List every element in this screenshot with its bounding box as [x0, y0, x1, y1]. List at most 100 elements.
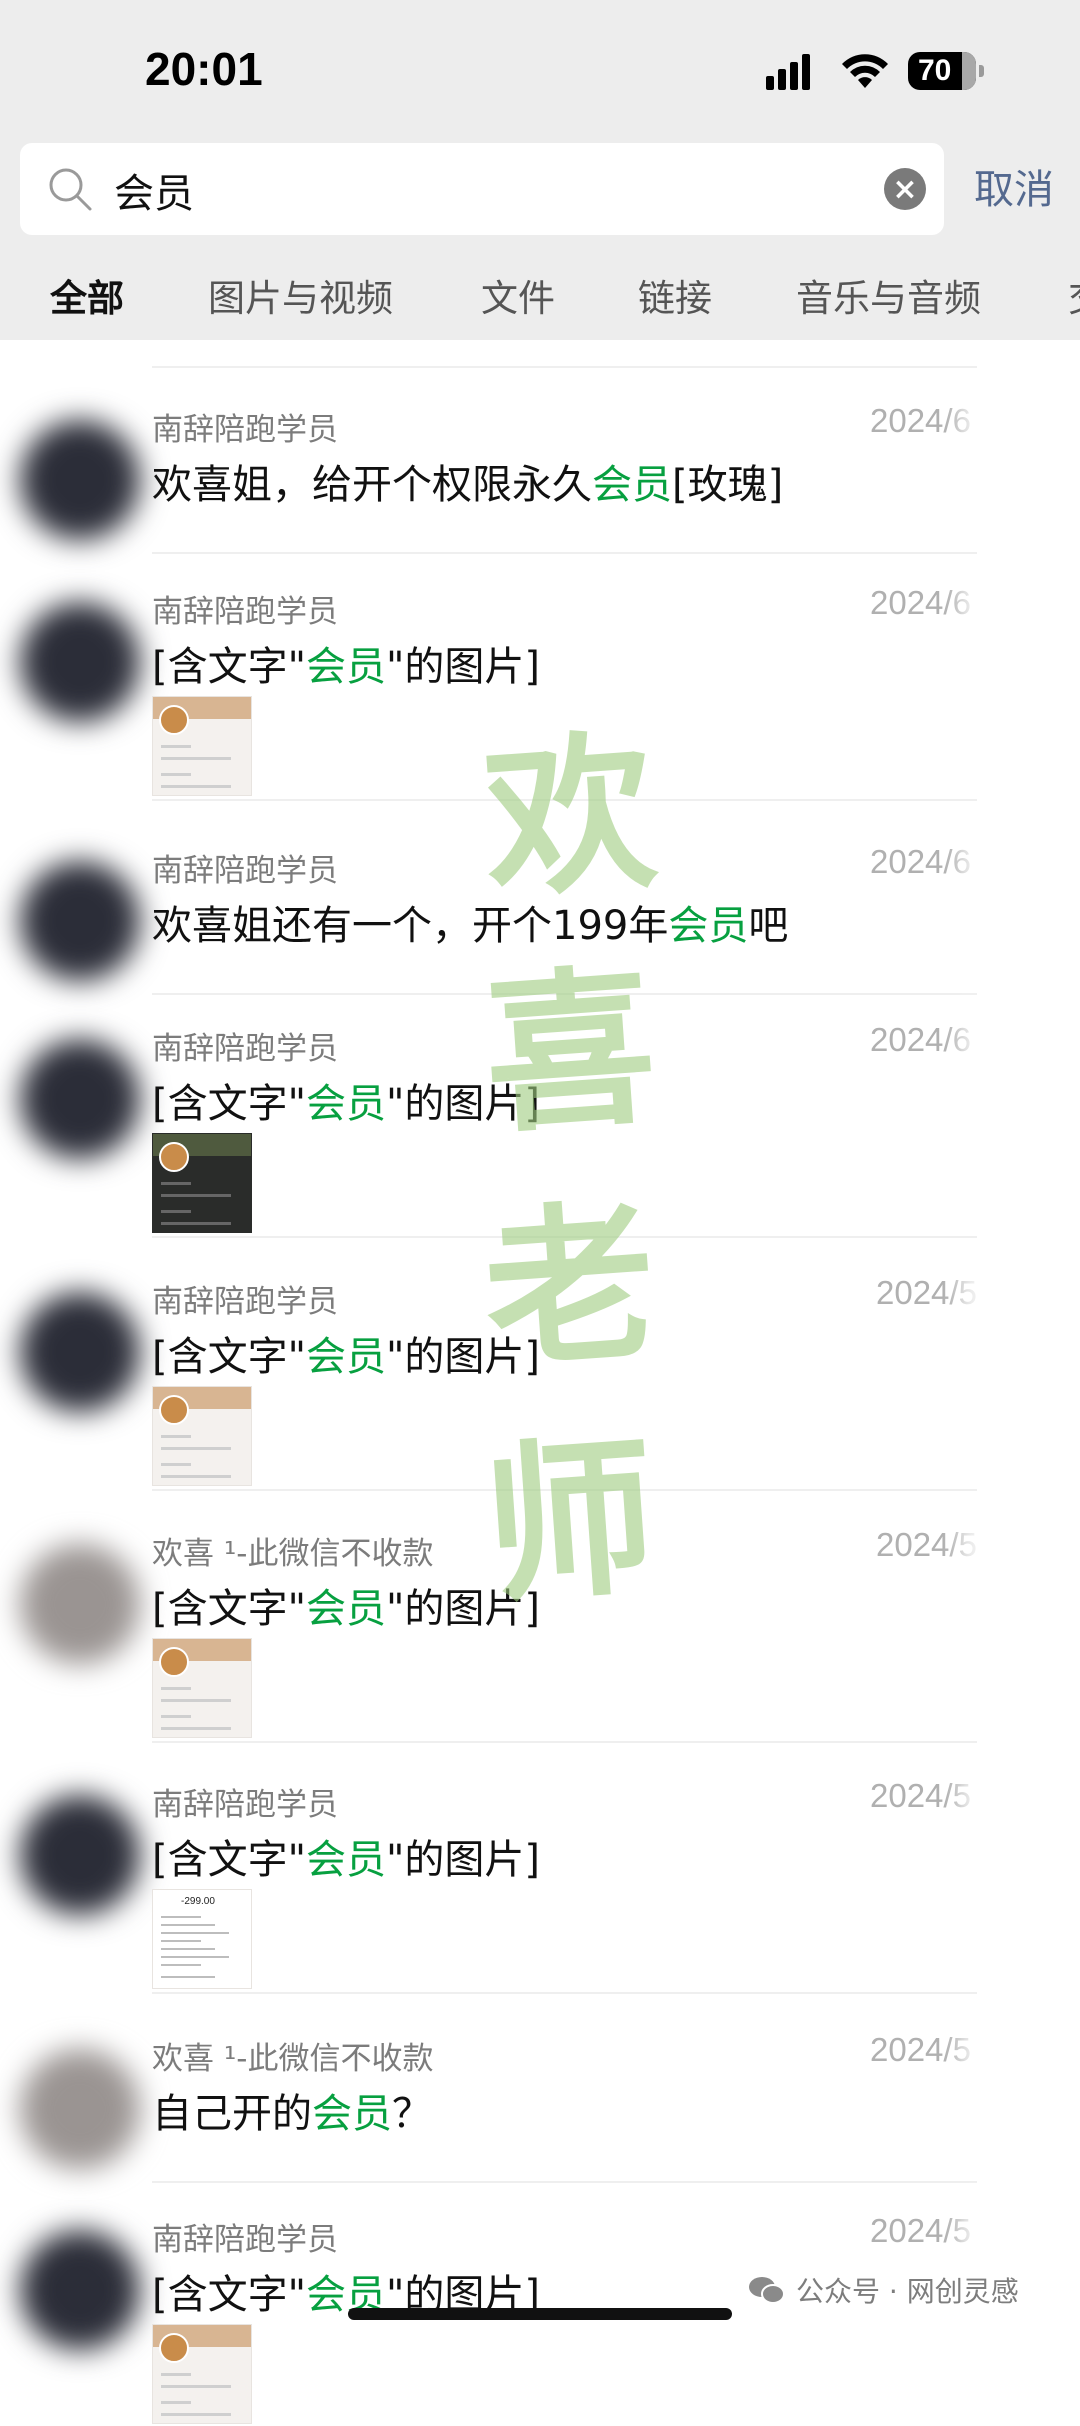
- search-result-item[interactable]: 南辞陪跑学员 2024/6 欢喜姐，给开个权限永久会员[玫瑰]: [0, 366, 1080, 551]
- snippet-text: [含文字": [152, 1081, 307, 1127]
- image-thumbnail[interactable]: -299.00: [152, 1889, 252, 1989]
- avatar[interactable]: [20, 1292, 140, 1412]
- avatar[interactable]: [20, 2230, 140, 2350]
- image-thumbnail[interactable]: [152, 1386, 252, 1486]
- clear-search-icon[interactable]: ×: [884, 168, 926, 210]
- search-result-item[interactable]: 欢喜 ¹-此微信不收款 2024/5 [含文字"会员"的图片]: [0, 1490, 1080, 1740]
- message-snippet: 欢喜姐还有一个，开个199年会员吧: [152, 893, 788, 951]
- snippet-text: 欢喜姐，给开个权限永久: [152, 462, 592, 508]
- message-date: 2024/6: [870, 843, 971, 880]
- snippet-text: [含文字": [152, 1837, 307, 1883]
- tab-images-videos[interactable]: 图片与视频: [208, 268, 393, 322]
- sender-name: 南辞陪跑学员: [152, 2222, 338, 2258]
- snippet-text: [含文字": [152, 1586, 307, 1632]
- keyword-highlight: 会员: [306, 1586, 387, 1632]
- sender-name: 南辞陪跑学员: [152, 1787, 338, 1823]
- message-date: 2024/6: [870, 584, 971, 621]
- snippet-text: ？: [392, 2091, 432, 2137]
- snippet-text: "的图片]: [386, 1586, 541, 1632]
- home-indicator: [348, 2308, 732, 2320]
- search-input[interactable]: [112, 157, 876, 223]
- image-thumbnail[interactable]: [152, 1133, 252, 1233]
- image-thumbnail[interactable]: [152, 1638, 252, 1738]
- message-snippet: [含文字"会员"的图片]: [152, 634, 540, 692]
- battery-level: 70: [918, 54, 952, 87]
- snippet-text: 自己开的: [152, 2091, 312, 2137]
- snippet-text: [含文字": [152, 644, 307, 690]
- snippet-text: 吧: [748, 903, 789, 949]
- snippet-text: "的图片]: [386, 1837, 541, 1883]
- tab-music-audio[interactable]: 音乐与音频: [796, 268, 981, 322]
- snippet-text: [玫瑰]: [672, 462, 784, 508]
- blur-mask: [960, 1005, 1080, 1105]
- status-bar: 20:01 70: [0, 0, 1080, 140]
- search-result-item[interactable]: 南辞陪跑学员 2024/6 [含文字"会员"的图片]: [0, 548, 1080, 798]
- top-header: 20:01 70 × 取消 全部 图片与: [0, 0, 1080, 340]
- image-thumbnail[interactable]: [152, 696, 252, 796]
- avatar[interactable]: [20, 602, 140, 722]
- snippet-text: [含文字": [152, 1334, 307, 1380]
- sender-name: 欢喜 ¹-此微信不收款: [152, 1536, 434, 1572]
- blur-mask: [960, 1258, 1080, 1358]
- search-icon: [49, 168, 92, 211]
- search-category-tabs: 全部 图片与视频 文件 链接 音乐与音频 交: [0, 268, 1080, 334]
- snippet-text: [含文字": [152, 2272, 307, 2318]
- sender-name: 欢喜 ¹-此微信不收款: [152, 2041, 434, 2077]
- keyword-highlight: 会员: [306, 644, 387, 690]
- message-snippet: 欢喜姐，给开个权限永久会员[玫瑰]: [152, 452, 783, 510]
- avatar[interactable]: [20, 2049, 140, 2169]
- wifi-icon: [842, 54, 888, 88]
- image-thumbnail[interactable]: [152, 2324, 252, 2424]
- snippet-text: "的图片]: [386, 644, 541, 690]
- tab-all[interactable]: 全部: [50, 268, 124, 322]
- message-snippet: [含文字"会员"的图片]: [152, 1827, 540, 1885]
- keyword-highlight: 会员: [306, 1837, 387, 1883]
- keyword-highlight: 会员: [312, 2091, 392, 2137]
- cancel-button[interactable]: 取消: [974, 157, 1054, 215]
- blur-mask: [960, 1761, 1080, 1861]
- message-date: 2024/6: [870, 402, 971, 439]
- blur-mask: [960, 2015, 1080, 2115]
- status-time: 20:01: [145, 43, 263, 95]
- avatar[interactable]: [20, 1039, 140, 1159]
- blur-mask: [960, 568, 1080, 668]
- receipt-amount: -299.00: [181, 1896, 215, 1907]
- avatar[interactable]: [20, 420, 140, 540]
- message-snippet: 自己开的会员？: [152, 2081, 432, 2139]
- sender-name: 南辞陪跑学员: [152, 1031, 338, 1067]
- search-result-item[interactable]: 南辞陪跑学员 2024/5 [含文字"会员"的图片]: [0, 1238, 1080, 1488]
- wechat-icon: [749, 2277, 785, 2304]
- blur-mask: [960, 827, 1080, 927]
- footer-brand-text: 公众号 · 网创灵感: [796, 2275, 1019, 2308]
- sender-name: 南辞陪跑学员: [152, 594, 338, 630]
- battery-icon: 70: [908, 52, 984, 90]
- message-date: 2024/5: [870, 2212, 971, 2249]
- search-result-item[interactable]: 南辞陪跑学员 2024/6 [含文字"会员"的图片]: [0, 985, 1080, 1235]
- search-box[interactable]: ×: [20, 143, 944, 235]
- message-snippet: [含文字"会员"的图片]: [152, 1324, 540, 1382]
- blur-mask: [960, 386, 1080, 486]
- tab-files[interactable]: 文件: [481, 268, 555, 322]
- avatar[interactable]: [20, 1795, 140, 1915]
- search-result-item[interactable]: 南辞陪跑学员 2024/6 欢喜姐还有一个，开个199年会员吧: [0, 807, 1080, 992]
- avatar[interactable]: [20, 861, 140, 981]
- row-divider: [152, 1992, 977, 1994]
- avatar[interactable]: [20, 1544, 140, 1664]
- search-result-item[interactable]: 南辞陪跑学员 2024/5 [含文字"会员"的图片] -299.00: [0, 1741, 1080, 1991]
- message-date: 2024/6: [870, 1021, 971, 1058]
- message-date: 2024/5: [870, 1777, 971, 1814]
- search-bar: × 取消: [0, 143, 1080, 235]
- cellular-signal-icon: [766, 54, 810, 90]
- keyword-highlight: 会员: [306, 1081, 387, 1127]
- sender-name: 南辞陪跑学员: [152, 1284, 338, 1320]
- message-date: 2024/5: [870, 2031, 971, 2068]
- keyword-highlight: 会员: [668, 903, 749, 949]
- tab-more[interactable]: 交: [1068, 268, 1080, 322]
- blur-mask: [960, 1510, 1080, 1610]
- message-snippet: [含文字"会员"的图片]: [152, 1576, 540, 1634]
- footer-brand: 公众号 · 网创灵感: [748, 2270, 1019, 2310]
- snippet-text: 欢喜姐还有一个，开个199年: [152, 903, 669, 949]
- sender-name: 南辞陪跑学员: [152, 853, 338, 889]
- search-result-item[interactable]: 欢喜 ¹-此微信不收款 2024/5 自己开的会员？: [0, 1995, 1080, 2180]
- tab-links[interactable]: 链接: [638, 268, 712, 322]
